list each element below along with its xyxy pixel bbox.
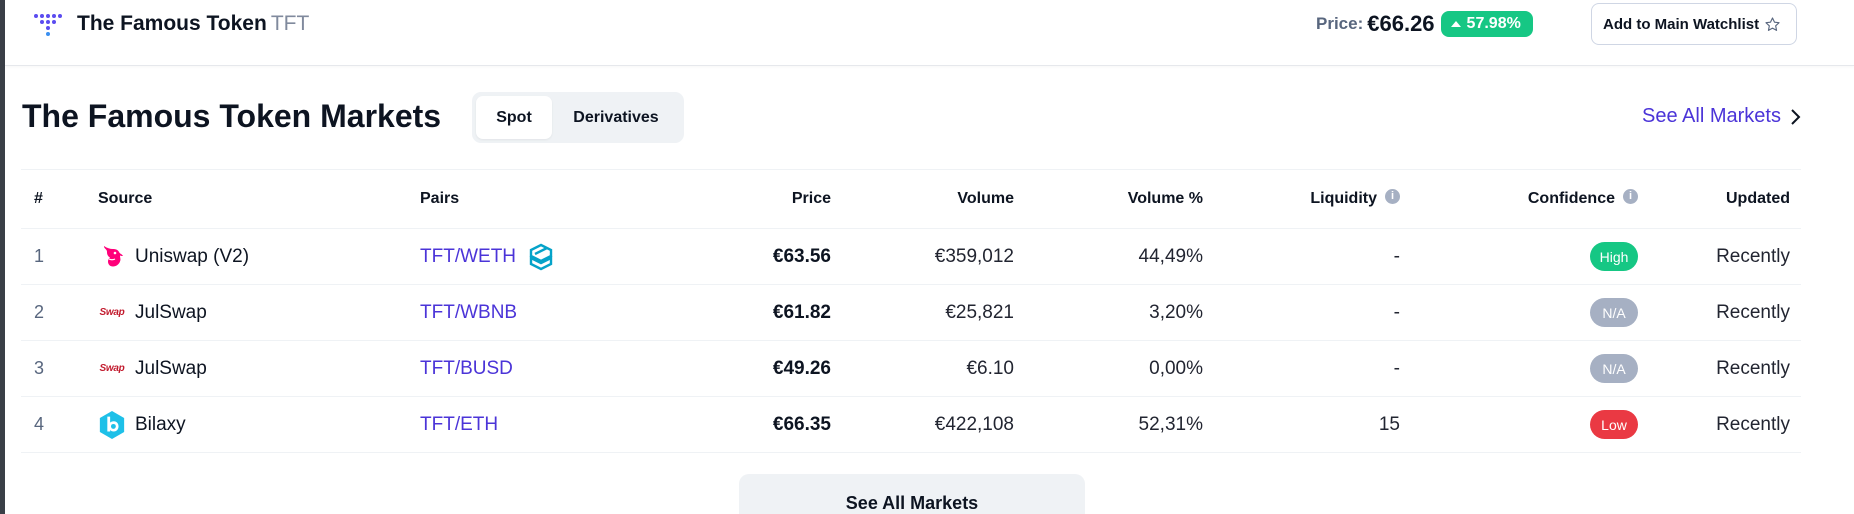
confidence-badge: High [1590, 242, 1638, 271]
see-all-markets-label: See All Markets [1642, 105, 1781, 127]
tab-spot[interactable]: Spot [476, 96, 552, 139]
row-updated: Recently [1716, 245, 1790, 267]
row-volume: €6.10 [966, 357, 1014, 379]
confidence-header-label: Confidence [1527, 190, 1615, 207]
column-header-num[interactable]: # [34, 170, 43, 228]
source-name: Uniswap (V2) [135, 245, 250, 267]
row-volume-pct: 44,49% [1138, 245, 1203, 267]
tab-derivatives[interactable]: Derivatives [552, 96, 680, 139]
column-header-volume[interactable]: Volume [841, 170, 1014, 228]
uniswap-unicorn-icon [98, 243, 126, 271]
dextools-icon[interactable] [528, 243, 554, 271]
row-pair: TFT/ETH [420, 397, 498, 452]
price-change-badge: 57.98% [1440, 11, 1533, 37]
row-rank: 2 [34, 302, 45, 322]
row-price: €63.56 [772, 245, 831, 267]
row-volume-pct: 0,00% [1149, 357, 1203, 379]
row-rank: 3 [34, 358, 45, 378]
row-volume-pct: 52,31% [1138, 413, 1203, 435]
table-row: 2 Swap JulSwap TFT/WBNB €61.82 €25,821 3… [21, 285, 1801, 341]
table-row: 1 Uniswap (V2) TFT/WETH €63.56 €359,012 … [21, 229, 1801, 285]
info-icon[interactable]: i [1385, 188, 1400, 204]
see-all-markets-link[interactable]: See All Markets [1642, 105, 1801, 128]
table-row: 3 Swap JulSwap TFT/BUSD €49.26 €6.10 0,0… [21, 341, 1801, 397]
row-pair: TFT/BUSD [420, 341, 513, 396]
info-icon[interactable]: i [1623, 188, 1638, 204]
add-to-watchlist-button[interactable]: Add to Main Watchlist [1591, 3, 1797, 45]
column-header-source[interactable]: Source [98, 170, 152, 228]
table-row: 4 Bilaxy TFT/ETH €66.35 €422,108 52,31% … [21, 397, 1801, 453]
row-updated: Recently [1716, 413, 1790, 435]
markets-title: The Famous Token Markets [22, 98, 442, 134]
token-logo-icon [34, 14, 62, 36]
source-name: JulSwap [135, 301, 207, 323]
pair-link[interactable]: TFT/ETH [420, 414, 498, 436]
pair-link[interactable]: TFT/BUSD [420, 358, 513, 380]
column-header-price[interactable]: Price [581, 170, 831, 228]
row-confidence: N/A [1421, 341, 1638, 396]
pair-link[interactable]: TFT/WETH [420, 246, 516, 268]
price-label: Price: [1316, 14, 1364, 33]
julswap-logo: Swap [99, 307, 125, 318]
row-source[interactable]: Bilaxy [98, 397, 186, 452]
row-volume: €359,012 [934, 245, 1014, 267]
row-liquidity: - [1393, 301, 1400, 323]
watchlist-button-label: Add to Main Watchlist [1603, 15, 1760, 33]
row-volume: €422,108 [934, 413, 1014, 435]
confidence-badge: N/A [1590, 354, 1638, 383]
julswap-logo: Swap [99, 363, 125, 374]
row-liquidity: - [1393, 357, 1400, 379]
row-confidence: High [1421, 229, 1638, 284]
price-change-value: 57.98% [1466, 15, 1521, 32]
price-value: €66.26 [1367, 11, 1435, 36]
window-edge [0, 0, 5, 514]
market-type-tabs: Spot Derivatives [472, 92, 684, 143]
row-pair: TFT/WBNB [420, 285, 517, 340]
table-header-row: # Source Pairs Price Volume Volume % Liq… [21, 169, 1801, 229]
token-title: The Famous Token TFT [77, 12, 309, 36]
row-source[interactable]: Uniswap (V2) [98, 229, 249, 284]
token-symbol: TFT [270, 12, 310, 35]
liquidity-header-label: Liquidity [1310, 190, 1377, 207]
column-header-volume-pct[interactable]: Volume % [1031, 170, 1203, 228]
column-header-pairs[interactable]: Pairs [420, 170, 459, 228]
row-confidence: Low [1421, 397, 1638, 452]
see-all-markets-button[interactable]: See All Markets [739, 474, 1085, 514]
chevron-right-icon [1791, 108, 1801, 125]
star-icon [1765, 16, 1780, 31]
row-source[interactable]: Swap JulSwap [98, 341, 207, 396]
bilaxy-b-icon [98, 410, 126, 439]
column-header-updated[interactable]: Updated [1651, 170, 1790, 228]
source-name: Bilaxy [135, 413, 186, 435]
row-price: €66.35 [772, 413, 831, 435]
column-header-confidence[interactable]: Confidence i [1421, 170, 1638, 228]
sticky-header: The Famous Token TFT Price: €66.26 57.98%… [5, 0, 1854, 66]
row-updated: Recently [1716, 301, 1790, 323]
row-confidence: N/A [1421, 285, 1638, 340]
caret-up-icon [1450, 21, 1461, 27]
row-price: €49.26 [772, 357, 831, 379]
row-liquidity: 15 [1378, 413, 1400, 435]
row-pair: TFT/WETH [420, 229, 554, 284]
column-header-liquidity[interactable]: Liquidity i [1221, 170, 1400, 228]
pair-link[interactable]: TFT/WBNB [420, 302, 517, 324]
row-liquidity: - [1393, 245, 1400, 267]
token-name: The Famous Token [77, 12, 267, 35]
row-updated: Recently [1716, 357, 1790, 379]
row-volume: €25,821 [945, 301, 1014, 323]
row-rank: 4 [34, 414, 45, 434]
confidence-badge: N/A [1590, 298, 1638, 327]
source-name: JulSwap [135, 357, 207, 379]
confidence-badge: Low [1590, 410, 1638, 439]
price-summary: Price: €66.26 57.98% [1316, 11, 1533, 37]
markets-table: # Source Pairs Price Volume Volume % Liq… [21, 169, 1801, 453]
row-rank: 1 [34, 246, 45, 266]
row-volume-pct: 3,20% [1149, 301, 1203, 323]
row-price: €61.82 [772, 301, 831, 323]
row-source[interactable]: Swap JulSwap [98, 285, 207, 340]
